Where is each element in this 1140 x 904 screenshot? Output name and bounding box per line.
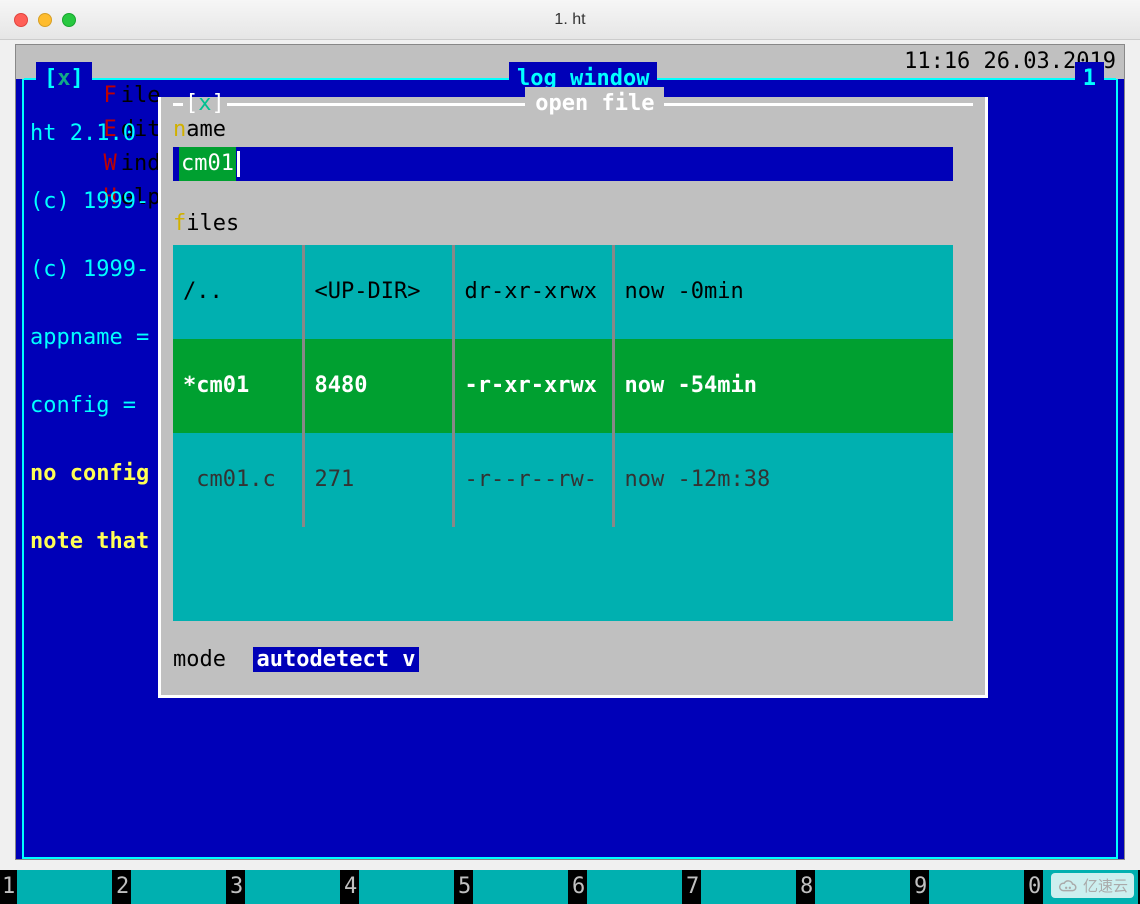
name-input[interactable]: cm01 — [173, 147, 953, 181]
log-window: [x] log window 1 ht 2.1.0 (c) 1999- (c) … — [22, 79, 1118, 859]
macos-titlebar: 1. ht — [0, 0, 1140, 40]
fnkey-6[interactable]: 6 — [570, 870, 684, 904]
watermark: 亿速云 — [1051, 873, 1134, 898]
fnkey-7[interactable]: 7 — [684, 870, 798, 904]
file-list[interactable]: /.. <UP-DIR> dr-xr-xrwx now -0min *cm01 … — [173, 245, 953, 621]
fnkey-5[interactable]: 5 — [456, 870, 570, 904]
table-row[interactable]: *cm01 8480 -r-xr-xrwx now -54min — [173, 339, 953, 433]
window-title: 1. ht — [0, 11, 1140, 29]
terminal: File Edit Windows Help 11:16 26.03.2019 … — [16, 45, 1124, 859]
files-label: files — [173, 207, 973, 241]
text-cursor-icon — [237, 151, 240, 177]
table-row[interactable]: cm01.c 271 -r--r--rw- now -12m:38 — [173, 433, 953, 527]
mode-select[interactable]: autodetect v — [253, 647, 420, 672]
fnkey-4[interactable]: 4 — [342, 870, 456, 904]
fnkey-1[interactable]: 1 — [0, 870, 114, 904]
fnkey-8[interactable]: 8 — [798, 870, 912, 904]
table-row[interactable]: /.. <UP-DIR> dr-xr-xrwx now -0min — [173, 245, 953, 339]
cloud-icon — [1057, 877, 1079, 895]
log-window-close[interactable]: [x] — [36, 62, 92, 96]
fn-keybar: 1 2 3 4 5 6 7 8 9 0 — [0, 870, 1140, 904]
fnkey-9[interactable]: 9 — [912, 870, 1026, 904]
fnkey-2[interactable]: 2 — [114, 870, 228, 904]
dialog-title: open file — [525, 87, 664, 121]
fnkey-3[interactable]: 3 — [228, 870, 342, 904]
log-window-number: 1 — [1075, 62, 1104, 96]
terminal-frame: File Edit Windows Help 11:16 26.03.2019 … — [15, 44, 1125, 860]
name-input-value: cm01 — [179, 147, 236, 181]
open-file-dialog: [x] open file name cm01 files /.. <UP- — [158, 97, 988, 698]
mode-row: mode autodetect v — [173, 643, 973, 677]
dialog-close[interactable]: [x] — [183, 87, 227, 121]
